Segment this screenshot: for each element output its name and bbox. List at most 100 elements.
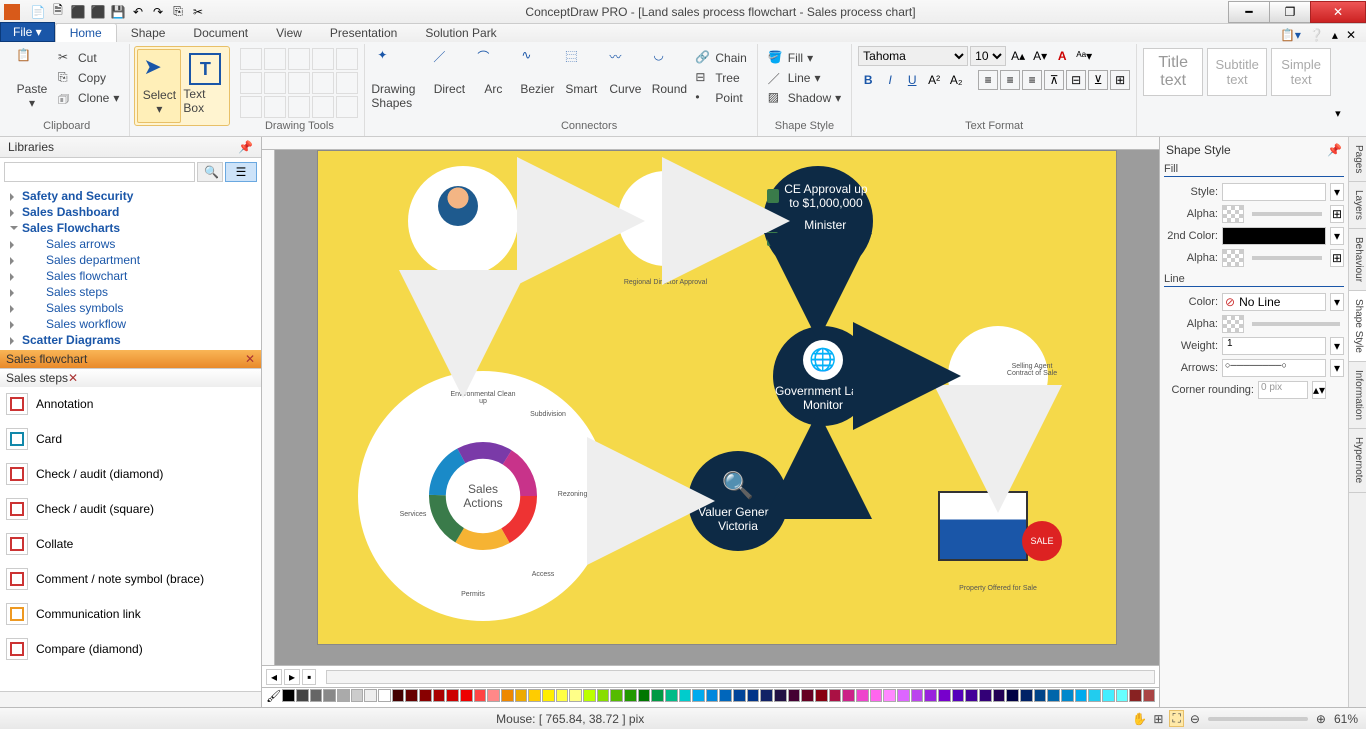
collapse-ribbon-icon[interactable]: ▴ (1332, 28, 1338, 42)
side-tab[interactable]: Behaviour (1349, 229, 1366, 291)
shape-item[interactable]: Communication link (0, 597, 261, 632)
align-center[interactable]: ≡ (1000, 70, 1020, 90)
underline-button[interactable]: U (902, 70, 922, 90)
shape-approvals[interactable]: CE Approval up to $1,000,000 Minister Ap… (763, 166, 873, 276)
open-library-1[interactable]: Sales flowchart✕ (0, 350, 261, 368)
color-swatch[interactable] (556, 689, 569, 702)
color-swatch[interactable] (774, 689, 787, 702)
clone-button[interactable]: 🗊Clone ▾ (54, 88, 123, 108)
drawing-page[interactable]: PPM Team Investigation and Planning Regi… (317, 150, 1117, 645)
drawing-shapes-button[interactable]: ✦ Drawing Shapes (371, 44, 415, 118)
color-swatch[interactable] (1088, 689, 1101, 702)
preset-subtitle[interactable]: Subtitle text (1207, 48, 1267, 96)
color-swatch[interactable] (1116, 689, 1129, 702)
line-arrows[interactable]: ○────────○ (1222, 359, 1326, 377)
text-direction[interactable]: ⊞ (1110, 70, 1130, 90)
fill-alpha[interactable] (1222, 205, 1244, 223)
color-swatch[interactable] (733, 689, 746, 702)
color-swatch[interactable] (815, 689, 828, 702)
maximize-button[interactable]: ❐ (1269, 1, 1311, 23)
snap-icon[interactable]: ⊞ (1153, 712, 1163, 726)
color-swatch[interactable] (979, 689, 992, 702)
paste-button[interactable]: 📋 Paste▾ (10, 44, 54, 118)
color-palette[interactable]: 🖌 (262, 687, 1159, 707)
line-weight[interactable]: 1 (1222, 337, 1326, 355)
color-swatch[interactable] (1047, 689, 1060, 702)
shape-sales-actions[interactable]: Sales Actions Environmental Clean up Sub… (358, 371, 608, 621)
minimize-button[interactable]: ━ (1228, 1, 1270, 23)
color-swatch[interactable] (1006, 689, 1019, 702)
color-swatch[interactable] (829, 689, 842, 702)
color-swatch[interactable] (952, 689, 965, 702)
color-swatch[interactable] (364, 689, 377, 702)
color-swatch[interactable] (1075, 689, 1088, 702)
color-swatch[interactable] (597, 689, 610, 702)
shape-item[interactable]: Collate (0, 527, 261, 562)
case[interactable]: ᴬᵃ▾ (1074, 46, 1094, 66)
color-swatch[interactable] (337, 689, 350, 702)
shape-regional[interactable] (618, 171, 713, 266)
color-swatch[interactable] (542, 689, 555, 702)
color-swatch[interactable] (842, 689, 855, 702)
library-tree[interactable]: Safety and SecuritySales DashboardSales … (0, 186, 261, 350)
color-swatch[interactable] (351, 689, 364, 702)
tree-node[interactable]: Sales symbols (4, 300, 257, 316)
qat-btn[interactable]: ⎘ (170, 4, 186, 20)
color-swatch[interactable] (870, 689, 883, 702)
color-swatch[interactable] (323, 689, 336, 702)
align-right[interactable]: ≡ (1022, 70, 1042, 90)
color-swatch[interactable] (897, 689, 910, 702)
qat-btn[interactable]: ⬛ (90, 4, 106, 20)
shape-item[interactable]: Card (0, 422, 261, 457)
page-tabs[interactable]: ◂ ▸ ▪ (262, 665, 1159, 687)
shape-item[interactable]: Annotation (0, 387, 261, 422)
color-swatch[interactable] (1129, 689, 1142, 702)
eyedropper-icon[interactable]: 🖌 (266, 689, 281, 706)
pin-icon[interactable]: 📌 (238, 140, 253, 154)
qat-btn[interactable]: ↶ (130, 4, 146, 20)
connector-tree[interactable]: ⊟Tree (691, 68, 750, 88)
color-swatch[interactable] (296, 689, 309, 702)
page-add[interactable]: ▪ (302, 669, 316, 685)
zoom-in[interactable]: ⊕ (1316, 712, 1326, 726)
open-library-2[interactable]: Sales steps✕ (0, 368, 261, 387)
tab-presentation[interactable]: Presentation (316, 24, 411, 42)
color-swatch[interactable] (1061, 689, 1074, 702)
tree-node[interactable]: Safety and Security (4, 188, 257, 204)
color-swatch[interactable] (378, 689, 391, 702)
connector-point[interactable]: •Point (691, 88, 750, 108)
shape-ppm[interactable] (408, 166, 518, 276)
color-swatch[interactable] (638, 689, 651, 702)
align-top[interactable]: ⊼ (1044, 70, 1064, 90)
color-swatch[interactable] (993, 689, 1006, 702)
line-color[interactable]: ⊘No Line (1222, 293, 1326, 311)
select-tool[interactable]: ➤ Select▾ (137, 49, 181, 123)
color-swatch[interactable] (569, 689, 582, 702)
hscroll[interactable] (0, 691, 261, 707)
color-swatch[interactable] (692, 689, 705, 702)
shadow-button[interactable]: ▨Shadow ▾ (764, 88, 845, 108)
shape-vgv[interactable]: 🔍 Valuer General Victoria (688, 451, 788, 551)
tree-node[interactable]: Scatter Diagrams (4, 332, 257, 348)
qat-btn[interactable]: 💾 (110, 4, 126, 20)
tree-node[interactable]: Sales workflow (4, 316, 257, 332)
color-swatch[interactable] (487, 689, 500, 702)
color-swatch[interactable] (911, 689, 924, 702)
italic-button[interactable]: I (880, 70, 900, 90)
clipboard-icon[interactable]: 📋▾ (1280, 28, 1301, 42)
align-bottom[interactable]: ⊻ (1088, 70, 1108, 90)
side-tab[interactable]: Hypernote (1349, 429, 1366, 492)
color-swatch[interactable] (965, 689, 978, 702)
tree-node[interactable]: Sales Flowcharts (4, 220, 257, 236)
color-swatch[interactable] (1143, 689, 1156, 702)
color-swatch[interactable] (801, 689, 814, 702)
side-tab[interactable]: Layers (1349, 182, 1366, 229)
color-swatch[interactable] (392, 689, 405, 702)
color-swatch[interactable] (419, 689, 432, 702)
connector-arc[interactable]: ⌒Arc (471, 44, 515, 118)
hscrollbar[interactable] (326, 670, 1155, 684)
color-swatch[interactable] (856, 689, 869, 702)
connector-chain[interactable]: 🔗Chain (691, 48, 750, 68)
connector-bezier[interactable]: ∿Bezier (515, 44, 559, 118)
page-next[interactable]: ▸ (284, 669, 300, 685)
